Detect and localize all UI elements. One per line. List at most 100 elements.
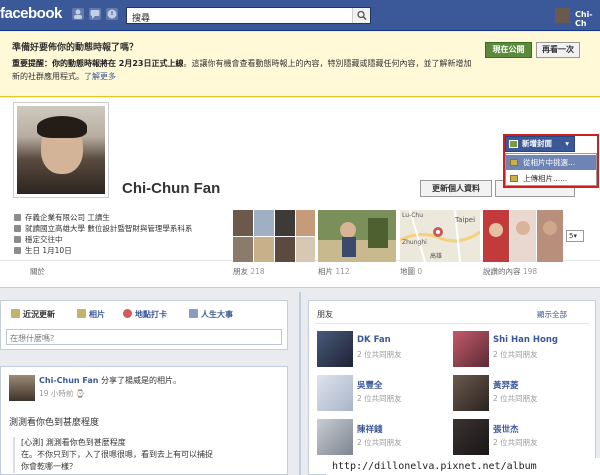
highlight-box (503, 134, 599, 188)
search-icon (357, 10, 367, 21)
facebook-logo[interactable]: facebook (0, 5, 62, 22)
friends-count: 218 (250, 267, 265, 276)
friend-mutual[interactable]: 2 位共同朋友 (357, 437, 402, 448)
friend-mutual[interactable]: 2 位共同朋友 (357, 349, 402, 360)
map-pin-icon (123, 309, 132, 318)
post-shared-content: [心測] 測測看你色到甚麼程度 在。不你只到下，入了很嗯很嗯，看到去上有可以捕捉… (13, 437, 283, 473)
friends-box-title: 朋友 (317, 310, 333, 319)
post-timestamp[interactable]: 19 小時前 ⌚ (39, 388, 85, 399)
info-birthday: 生日 1月10日 (14, 245, 192, 256)
notice-body: 重要提醒：你的動態時報將在 2月23日正式上線。這讓你有機會查看動態時報上的內容… (12, 57, 472, 83)
messages-icon[interactable] (89, 8, 101, 20)
info-relationship: 穩定交往中 (14, 234, 192, 245)
status-icon (11, 309, 20, 318)
friend-name[interactable]: DK Fan (357, 335, 391, 345)
top-bar: facebook 搜尋 Chi-Ch (0, 0, 600, 31)
info-birthday-text: 生日 1月10日 (25, 246, 72, 255)
user-name-link[interactable]: Chi-Ch (575, 10, 600, 28)
friend-avatar[interactable] (317, 419, 353, 455)
profile-name: Chi-Chun Fan (122, 180, 221, 197)
friend-avatar[interactable] (317, 375, 353, 411)
friend-avatar[interactable] (453, 375, 489, 411)
likes-thumbnail[interactable] (483, 210, 563, 262)
friend-avatar[interactable] (317, 331, 353, 367)
shared-line-1: [心測] 測測看你色到甚麼程度 (21, 438, 126, 447)
friend-name[interactable]: 陳祥錢 (357, 423, 383, 435)
search-input[interactable]: 搜尋 (126, 7, 371, 24)
tab-photo[interactable]: 相片 (77, 309, 105, 320)
likes-tab-label: 說讚的內容 (483, 267, 521, 276)
friends-tab-label: 朋友 (233, 267, 248, 276)
search-placeholder: 搜尋 (132, 14, 151, 24)
view-again-button[interactable]: 再看一次 (536, 42, 580, 58)
notifications-icon[interactable] (106, 8, 118, 20)
friend-avatar[interactable] (453, 331, 489, 367)
friend-mutual[interactable]: 2 位共同朋友 (493, 349, 538, 360)
map-label-luchu: Lu-Chu (402, 212, 423, 219)
timeline-notice: 準備好要佈你的動態時報了嗎？ 重要提醒：你的動態時報將在 2月23日正式上線。這… (0, 32, 600, 97)
shared-line-2: 在。不你只到下，入了很嗯很嗯，看到去上有可以捕捉 (21, 450, 213, 459)
friend-mutual[interactable]: 2 位共同朋友 (493, 393, 538, 404)
map-tab-label: 地圖 (400, 267, 415, 276)
timeline-spine (299, 292, 301, 475)
profile-picture[interactable] (14, 103, 108, 197)
photos-tab-label: 相片 (318, 267, 333, 276)
post-action-text: 分享了楊威是的相片。 (101, 376, 182, 385)
search-button[interactable] (352, 8, 370, 23)
shared-line-3: 你會乾哪一樣？ (21, 462, 77, 471)
notice-important: 重要提醒：你的動態時報將在 2月23日正式上線 (12, 59, 184, 68)
map-thumbnail[interactable]: Lu-Chu Taipei Zhunghi 高雄 (400, 210, 480, 262)
clock-icon: ⌚ (75, 389, 86, 398)
info-education: 就讀國立高雄大學 數位設計暨智財與管理學系科系 (14, 223, 192, 234)
publish-now-button[interactable]: 現在公開 (485, 42, 532, 58)
info-relationship-text: 穩定交往中 (25, 235, 63, 244)
education-icon (14, 225, 21, 232)
friends-thumbnail[interactable] (233, 210, 315, 262)
friend-requests-icon[interactable] (72, 8, 84, 20)
more-sections-dropdown[interactable]: 5▾ (566, 230, 584, 242)
likes-tab[interactable]: 說讚的內容 198 (483, 266, 537, 277)
tab-life-event[interactable]: 人生大事 (189, 309, 233, 320)
map-label-zhunghi: Zhunghi (402, 239, 427, 246)
post-author-link[interactable]: Chi-Chun Fan (39, 376, 98, 385)
learn-more-link[interactable]: 了解更多 (84, 72, 116, 81)
map-count: 0 (417, 267, 423, 276)
post-author-avatar[interactable] (9, 375, 35, 401)
see-all-friends-link[interactable]: 顯示全部 (537, 309, 567, 320)
friends-tab[interactable]: 朋友 218 (233, 266, 265, 277)
map-label-kaohsiung: 高雄 (430, 252, 442, 260)
map-tab[interactable]: 地圖 0 (400, 266, 422, 277)
friend-name[interactable]: 吳豐全 (357, 379, 383, 391)
work-icon (14, 214, 21, 221)
friends-box: 朋友 顯示全部 DK Fan 2 位共同朋友 Shi Han Hong 2 位共… (308, 300, 596, 475)
tab-status-update-label: 近況更新 (23, 310, 55, 319)
tab-status-update[interactable]: 近況更新 (11, 309, 55, 320)
heart-icon (14, 236, 21, 243)
friend-mutual[interactable]: 2 位共同朋友 (493, 437, 538, 448)
map-preview: Lu-Chu Taipei Zhunghi 高雄 (400, 210, 480, 262)
friend-name[interactable]: Shi Han Hong (493, 335, 558, 345)
photos-tab[interactable]: 相片 112 (318, 266, 350, 277)
status-composer: 近況更新 相片 地點打卡 人生大事 在想什麼嗎？ (0, 300, 288, 350)
timeline-post: Chi-Chun Fan 分享了楊威是的相片。 19 小時前 ⌚ 測測看你色到甚… (0, 366, 288, 475)
friend-mutual[interactable]: 2 位共同朋友 (357, 393, 402, 404)
post-text: 測測看你色到甚麼程度 (9, 418, 100, 428)
friend-name[interactable]: 張世杰 (493, 423, 519, 435)
watermark-url: http://dillonelva.pixnet.net/album (326, 458, 600, 475)
tab-photo-label: 相片 (89, 310, 105, 319)
post-time-text: 19 小時前 (39, 389, 74, 398)
notice-title: 準備好要佈你的動態時報了嗎？ (12, 43, 139, 53)
likes-count: 198 (522, 267, 538, 276)
friend-name[interactable]: 黃羿菱 (493, 379, 519, 391)
about-tab[interactable]: 關於 (30, 266, 45, 277)
user-avatar[interactable] (555, 8, 570, 23)
info-work-text: 存義企業有限公司 工讀生 (25, 213, 110, 222)
photos-thumbnail[interactable] (318, 210, 396, 262)
post-header: Chi-Chun Fan 分享了楊威是的相片。 (39, 375, 181, 386)
tab-check-in[interactable]: 地點打卡 (123, 309, 167, 320)
edit-profile-button[interactable]: 更新個人資料 (420, 180, 492, 197)
friends-divider (315, 323, 589, 324)
photos-preview (318, 210, 396, 262)
friend-avatar[interactable] (453, 419, 489, 455)
status-input[interactable]: 在想什麼嗎？ (6, 329, 282, 345)
